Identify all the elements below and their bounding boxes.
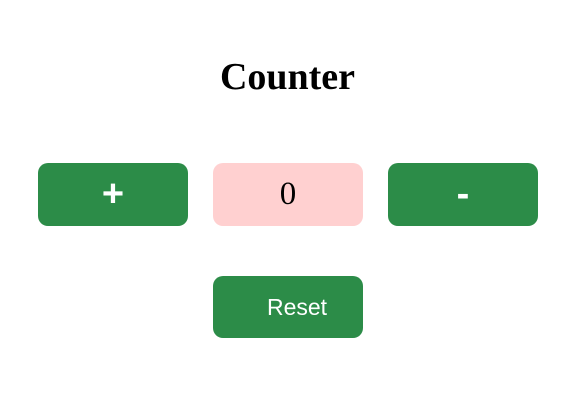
page-title: Counter [219, 56, 356, 98]
reset-button[interactable]: Reset [213, 276, 363, 338]
decrement-button-label: - [456, 173, 470, 215]
decrement-button[interactable]: - [388, 163, 538, 226]
count-display: 0 [213, 163, 363, 226]
increment-button[interactable]: + [38, 163, 188, 226]
count-value: 0 [279, 176, 297, 212]
increment-button-label: + [101, 173, 125, 215]
counter-page: Counter + 0 - Reset [0, 0, 581, 418]
reset-button-label: Reset [266, 293, 328, 320]
